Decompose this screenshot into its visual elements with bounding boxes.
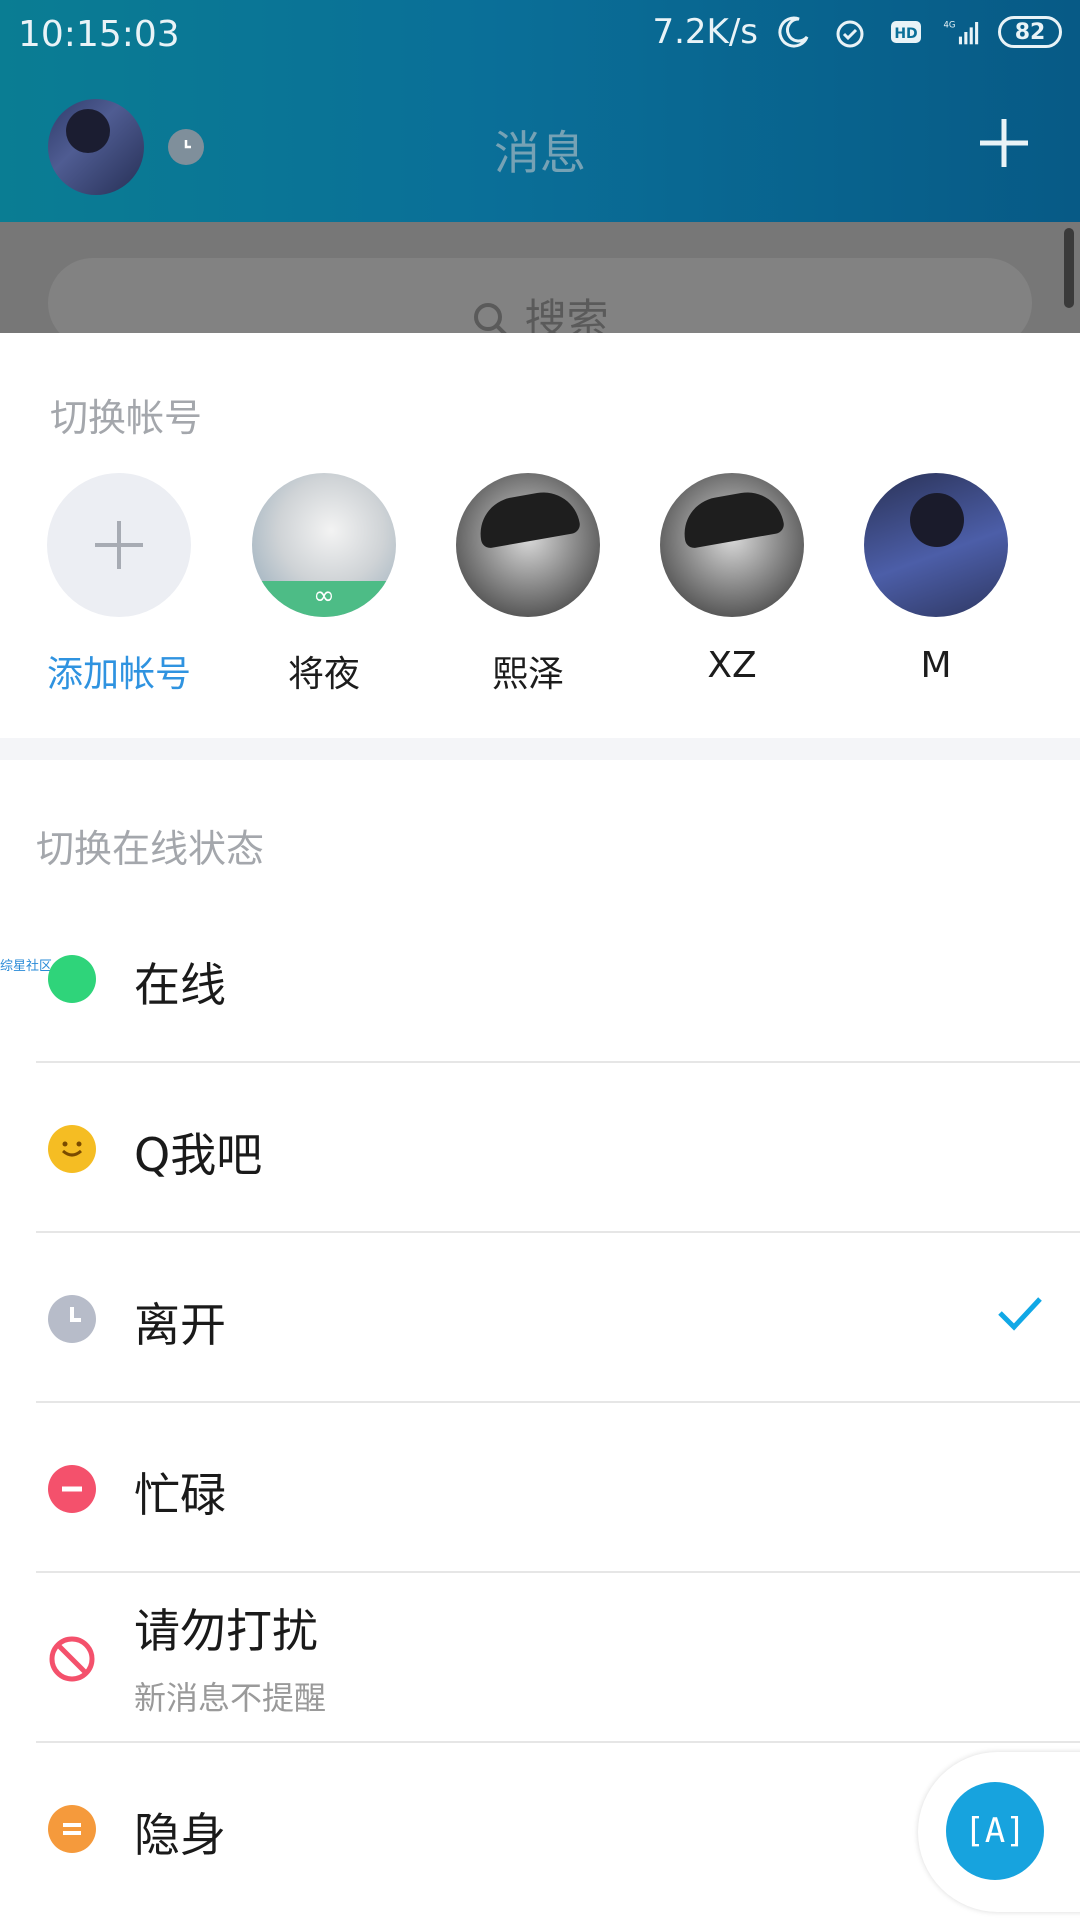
page-title: 消息 <box>494 126 586 180</box>
account-avatar <box>660 473 804 617</box>
status-time: 10:15:03 <box>18 14 180 55</box>
no-entry-icon <box>48 1635 96 1683</box>
online-dot-icon <box>48 955 96 1003</box>
battery-level: 82 <box>1014 19 1046 45</box>
top-app-bar: 10:15:03 7.2K/s HD 4G 82 消息 <box>0 0 1080 222</box>
moon-icon <box>774 12 814 52</box>
status-switch-sheet: 切换帐号 添加帐号 ∞ 将夜 熙泽 XZ M 切换在线状态 综星社区 在线 Q我… <box>0 333 1080 1920</box>
battery-icon: 82 <box>998 16 1062 48</box>
status-label: 隐身 <box>134 1808 226 1862</box>
account-list: 添加帐号 ∞ 将夜 熙泽 XZ M <box>0 473 1080 713</box>
account-item-xize[interactable]: 熙泽 <box>453 473 603 697</box>
status-label: 请勿打扰 <box>134 1604 318 1658</box>
add-account-button[interactable]: 添加帐号 <box>44 473 194 697</box>
status-right: 7.2K/s HD 4G 82 <box>652 12 1062 52</box>
checkmark-icon <box>996 1289 1044 1341</box>
add-account-plus-icon <box>47 473 191 617</box>
net-speed: 7.2K/s <box>652 12 758 52</box>
account-item-m[interactable]: M <box>861 473 1011 686</box>
network-type: 4G <box>944 19 956 29</box>
signal-icon: 4G <box>942 12 982 52</box>
minus-icon <box>48 1465 96 1513</box>
header: 消息 <box>0 75 1080 222</box>
account-avatar: ∞ <box>252 473 396 617</box>
svg-text:HD: HD <box>894 26 917 42</box>
plus-icon[interactable] <box>976 115 1032 171</box>
status-item-q-me[interactable]: Q我吧 <box>0 1063 1080 1233</box>
status-label: Q我吧 <box>134 1128 263 1182</box>
account-label: 将夜 <box>287 654 360 695</box>
status-sublabel: 新消息不提醒 <box>134 1679 327 1717</box>
add-account-label: 添加帐号 <box>46 654 191 695</box>
account-avatar <box>864 473 1008 617</box>
switch-status-title: 切换在线状态 <box>36 827 265 871</box>
status-label: 忙碌 <box>134 1468 226 1522</box>
status-label: 离开 <box>134 1298 226 1352</box>
account-avatar <box>456 473 600 617</box>
account-label: 熙泽 <box>491 654 564 695</box>
clock-icon <box>48 1295 96 1343</box>
switch-account-title: 切换帐号 <box>50 396 203 440</box>
account-item-jiangye[interactable]: ∞ 将夜 <box>249 473 399 697</box>
floating-assistant-button[interactable]: [A] <box>946 1782 1044 1880</box>
status-item-away[interactable]: 离开 <box>0 1233 1080 1403</box>
status-label: 在线 <box>134 958 226 1012</box>
alarm-icon <box>830 12 870 52</box>
hd-icon: HD <box>886 12 926 52</box>
status-item-busy[interactable]: 忙碌 <box>0 1403 1080 1573</box>
scrollbar[interactable] <box>1064 228 1074 308</box>
status-bar: 10:15:03 7.2K/s HD 4G 82 <box>0 0 1080 75</box>
account-label: XZ <box>707 645 757 686</box>
smile-icon <box>48 1125 96 1173</box>
floating-bubble[interactable]: [A] <box>918 1752 1080 1912</box>
section-divider <box>0 738 1080 760</box>
account-label: M <box>920 645 952 686</box>
dimmed-background[interactable]: 搜索 <box>0 222 1080 348</box>
infinity-icon: ∞ <box>313 581 335 611</box>
status-item-online[interactable]: 在线 <box>0 893 1080 1063</box>
account-item-xz[interactable]: XZ <box>657 473 807 686</box>
equals-icon <box>48 1805 96 1853</box>
status-item-dnd[interactable]: 请勿打扰 新消息不提醒 <box>0 1573 1080 1743</box>
